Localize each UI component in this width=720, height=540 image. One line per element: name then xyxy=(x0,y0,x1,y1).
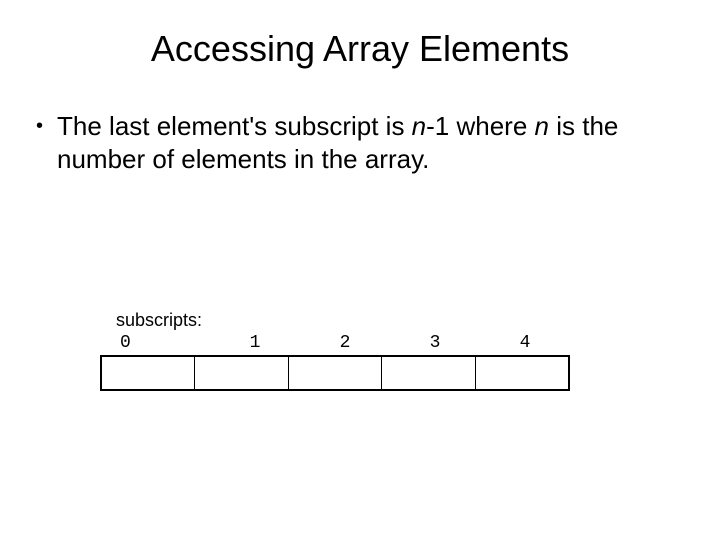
subscripts-label: subscripts: xyxy=(116,310,570,331)
array-cell-2 xyxy=(289,357,382,389)
index-1: 1 xyxy=(210,333,300,355)
bullet-text: The last element's subscript is n-1 wher… xyxy=(57,110,690,175)
array-cell-4 xyxy=(476,357,568,389)
var-n2: n xyxy=(535,111,549,141)
var-n1: n xyxy=(412,111,426,141)
body-area: • The last element's subscript is n-1 wh… xyxy=(0,110,720,175)
array-row xyxy=(100,355,570,391)
bullet-dot: • xyxy=(30,110,57,139)
index-0: 0 xyxy=(100,333,210,355)
index-3: 3 xyxy=(390,333,480,355)
slide-title: Accessing Array Elements xyxy=(0,0,720,110)
array-cell-1 xyxy=(195,357,288,389)
text-part2: -1 where xyxy=(426,111,534,141)
index-row: 0 1 2 3 4 xyxy=(100,333,570,355)
array-cell-3 xyxy=(382,357,475,389)
index-4: 4 xyxy=(480,333,570,355)
text-part1: The last element's subscript is xyxy=(57,111,412,141)
array-cell-0 xyxy=(102,357,195,389)
index-2: 2 xyxy=(300,333,390,355)
array-diagram: subscripts: 0 1 2 3 4 xyxy=(100,310,570,391)
bullet-item: • The last element's subscript is n-1 wh… xyxy=(30,110,690,175)
